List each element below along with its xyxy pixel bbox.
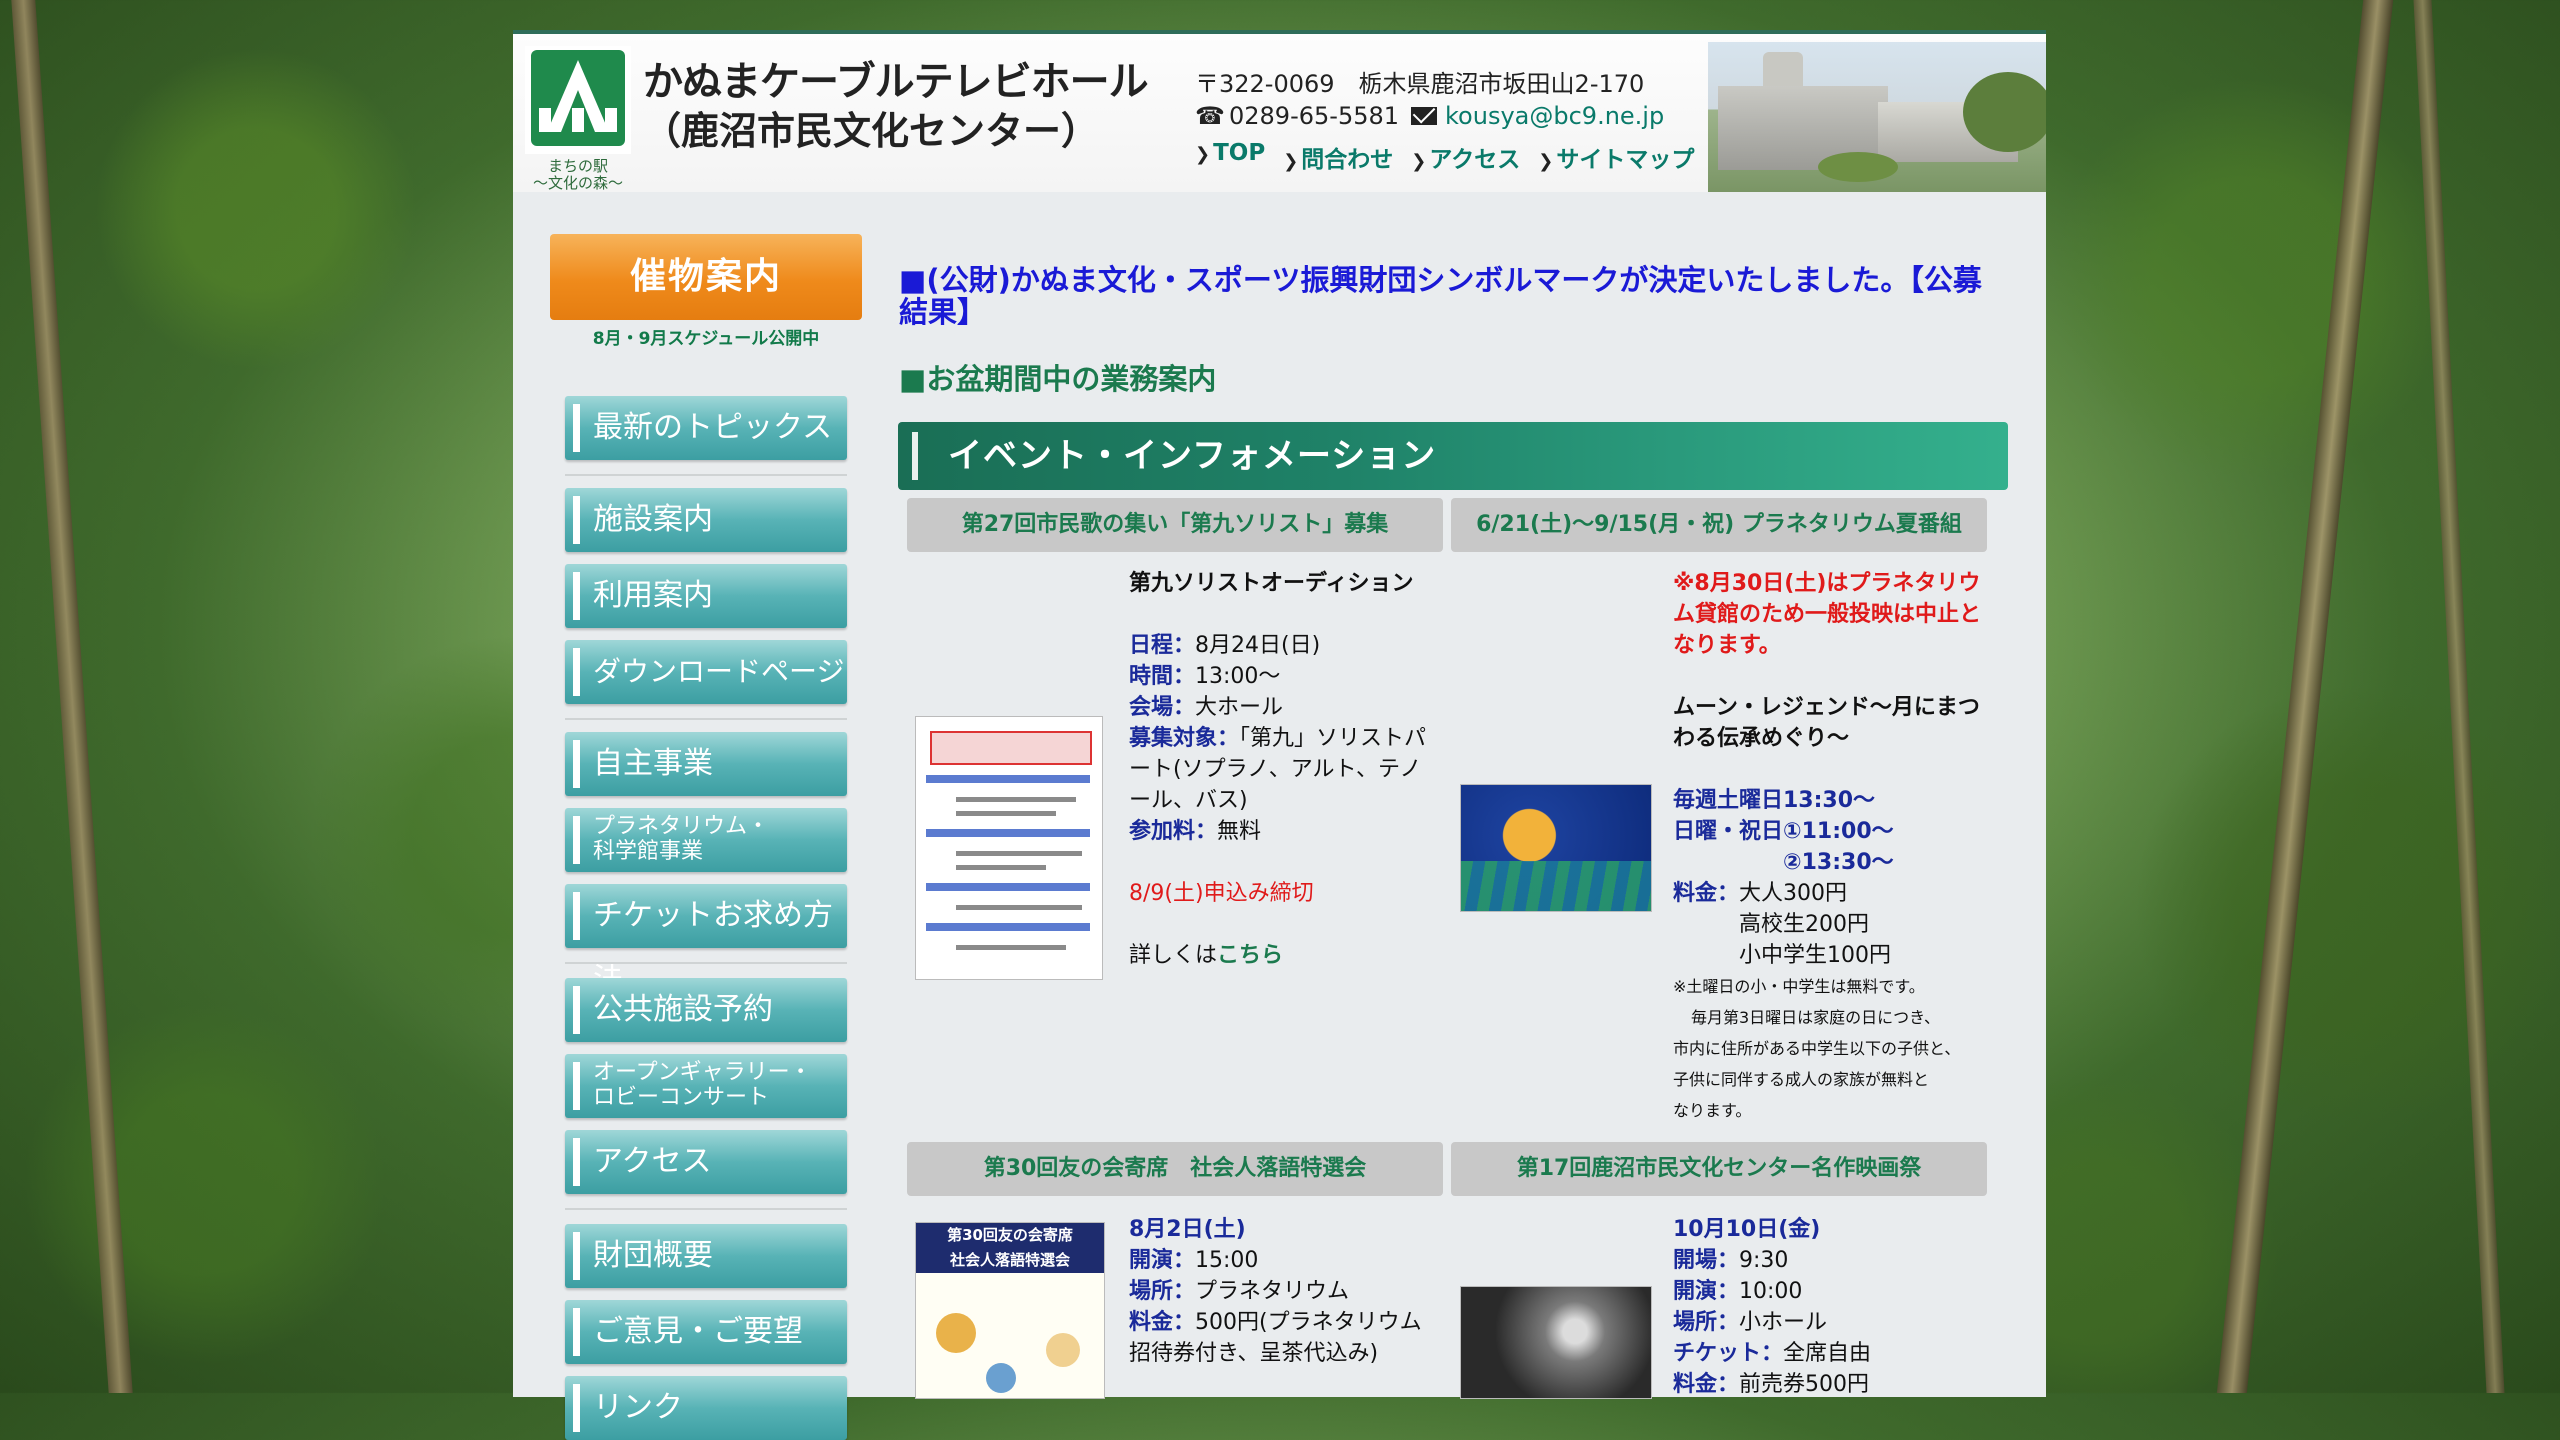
sidebar-item-facilities[interactable]: 施設案内 — [565, 488, 847, 552]
sidebar-divider — [565, 962, 847, 964]
sidebar-item-feedback[interactable]: ご意見・ご要望 — [565, 1300, 847, 1364]
planetarium-details: ※8月30日(土)はプラネタリウム貸館のため一般投映は中止となります。 ムーン・… — [1673, 571, 1982, 1120]
event-card-heading[interactable]: 第30回友の会寄席 社会人落語特選会 — [907, 1142, 1443, 1196]
mail-icon — [1411, 107, 1438, 125]
building-photo — [1708, 42, 2046, 192]
details-link[interactable]: こちら — [1217, 943, 1283, 968]
sidebar-divider — [565, 1208, 847, 1210]
site-title[interactable]: かぬまケーブルテレビホール — [643, 58, 1149, 106]
phone-number: 0289-65-5581 — [1229, 102, 1400, 130]
sidebar-item-foundation[interactable]: 財団概要 — [565, 1224, 847, 1288]
film-festival-details: 10月10日(金) 開場：9:30 開演：10:00 場所：小ホール チケット：… — [1673, 1217, 1872, 1397]
event-card-heading[interactable]: 第27回市民歌の集い「第九ソリスト」募集 — [907, 498, 1443, 552]
obon-notice-link[interactable]: ■お盆期間中の業務案内 — [899, 356, 1216, 398]
soloist-poster-image[interactable] — [915, 716, 1103, 980]
email-link[interactable]: kousya@bc9.ne.jp — [1445, 102, 1664, 130]
sidebar-divider — [565, 718, 847, 720]
sidebar-item-access[interactable]: アクセス — [565, 1130, 847, 1194]
nav-contact[interactable]: 問合わせ — [1283, 140, 1393, 174]
film-festival-image[interactable] — [1460, 1286, 1652, 1399]
sidebar-item-booking[interactable]: 公共施設予約 — [565, 978, 847, 1042]
soloist-details: 第九ソリストオーディション 日程：8月24日(日) 時間：13:00〜 会場：大… — [1129, 571, 1427, 968]
address: 〒322-0069 栃木県鹿沼市坂田山2-170 — [1195, 70, 1645, 98]
event-card-heading[interactable]: 第17回鹿沼市民文化センター名作映画祭 — [1451, 1142, 1987, 1196]
page-container: まちの駅 〜文化の森〜 かぬまケーブルテレビホール （鹿沼市民文化センター） 〒… — [513, 30, 2046, 1440]
logo-caption: まちの駅 〜文化の森〜 — [532, 157, 623, 192]
sidebar-item-own-projects[interactable]: 自主事業 — [565, 732, 847, 796]
site-subtitle: （鹿沼市民文化センター） — [643, 109, 1100, 153]
rakugo-details: 8月2日(土) 開演：15:00 場所：プラネタリウム 料金：500円(プラネタ… — [1129, 1217, 1422, 1366]
sidebar-item-topics[interactable]: 最新のトピックス — [565, 396, 847, 460]
nav-top[interactable]: TOP — [1195, 140, 1265, 174]
site-header: まちの駅 〜文化の森〜 かぬまケーブルテレビホール （鹿沼市民文化センター） 〒… — [513, 34, 2046, 192]
nav-sitemap[interactable]: サイトマップ — [1538, 140, 1694, 174]
events-guide-button[interactable]: 催物案内 — [550, 234, 862, 320]
sidebar-item-links[interactable]: リンク — [565, 1376, 847, 1440]
nav-access[interactable]: アクセス — [1411, 140, 1520, 174]
contact-line: ☎ 0289-65-5581 kousya@bc9.ne.jp — [1195, 102, 1664, 130]
sidebar-item-planetarium[interactable]: プラネタリウム・ 科学館事業 — [565, 808, 847, 872]
event-card-heading[interactable]: 6/21(土)〜9/15(月・祝) プラネタリウム夏番組 — [1451, 498, 1987, 552]
event-info-header: イベント・インフォメーション — [898, 422, 2008, 490]
phone-icon: ☎ — [1195, 102, 1225, 130]
schedule-note[interactable]: 8月・9月スケジュール公開中 — [550, 324, 862, 349]
sidebar-item-usage[interactable]: 利用案内 — [565, 564, 847, 628]
rakugo-poster-image[interactable]: 第30回友の会寄席 社会人落語特選会 — [915, 1222, 1105, 1399]
site-logo-icon[interactable] — [525, 46, 631, 154]
sidebar-divider — [565, 474, 847, 476]
planetarium-program-image[interactable] — [1460, 784, 1652, 912]
top-nav: TOP 問合わせ アクセス サイトマップ — [1195, 140, 1694, 174]
sidebar-item-gallery[interactable]: オープンギャラリー・ ロビーコンサート — [565, 1054, 847, 1118]
symbol-mark-headline[interactable]: ■(公財)かぬま文化・スポーツ振興財団シンボルマークが決定いたしました。【公募結… — [899, 264, 1999, 328]
sidebar-item-tickets[interactable]: チケットお求め方法 — [565, 884, 847, 997]
sidebar-item-downloads[interactable]: ダウンロードページ — [565, 640, 847, 704]
